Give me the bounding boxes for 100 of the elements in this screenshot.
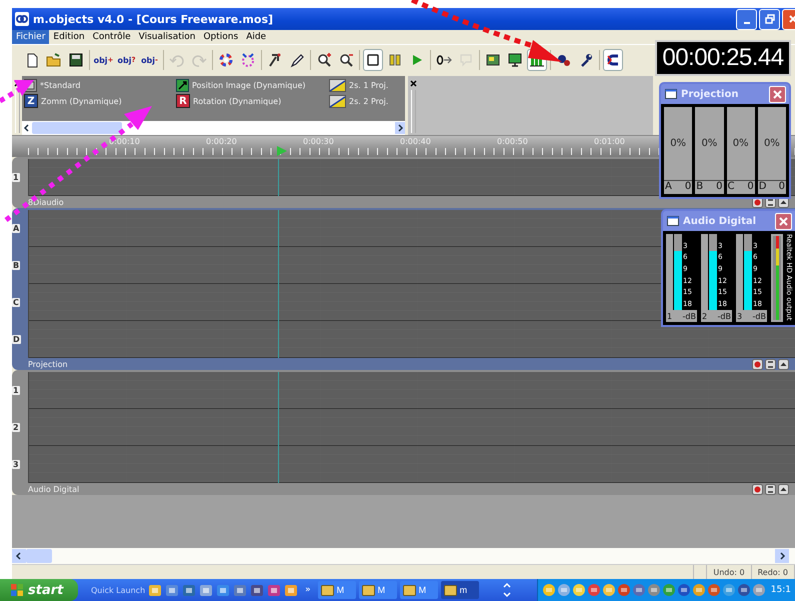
clock: 15:1	[770, 585, 791, 595]
save-icon	[68, 52, 84, 68]
tray-icon[interactable]	[692, 583, 706, 597]
effect-label[interactable]: Rotation (Dynamique)	[193, 96, 282, 106]
track-number: C	[12, 298, 20, 307]
track-number: A	[12, 224, 20, 233]
channel-value: 0	[684, 181, 692, 194]
channel-number: 1	[667, 312, 672, 320]
taskbar-button[interactable]: M	[358, 581, 397, 599]
expand-button[interactable]	[765, 484, 776, 494]
quick-launch-icon[interactable]	[148, 583, 162, 597]
effect-icon: Z	[24, 94, 38, 108]
minimize-button[interactable]	[736, 8, 757, 30]
channel-letter: D	[758, 181, 766, 194]
effect-label[interactable]: 2s. 1 Proj.	[349, 80, 388, 90]
horizontal-scrollbar[interactable]	[22, 121, 405, 135]
percent-value: 0%	[669, 137, 688, 151]
quick-launch-icon[interactable]	[165, 583, 180, 597]
time-label: 0:01:00	[594, 137, 625, 146]
window-icon	[444, 584, 457, 596]
unit-label: -dB	[718, 312, 731, 320]
scroll-right-icon[interactable]	[395, 122, 405, 134]
windows-flag-icon	[10, 583, 24, 597]
close-button[interactable]	[775, 212, 792, 230]
effect-label[interactable]: Position Image (Dynamique)	[192, 80, 306, 90]
scroll-arrows-icon[interactable]	[502, 581, 512, 599]
collapse-button[interactable]	[778, 358, 789, 370]
zoom-out-icon	[338, 52, 354, 68]
channel-letter: B	[696, 181, 704, 194]
minimize-icon	[744, 22, 750, 24]
app-icon	[15, 12, 29, 26]
restore-button[interactable]	[759, 8, 780, 30]
window-icon	[665, 89, 677, 99]
menu-item[interactable]: Edition	[49, 30, 89, 44]
track-group-label: Projection	[28, 360, 69, 368]
move-arrow-icon	[176, 78, 189, 92]
time-label: 0:00:50	[497, 137, 528, 146]
quick-launch-icon[interactable]	[216, 583, 230, 597]
start-button[interactable]: start	[0, 579, 78, 601]
quick-launch-icon[interactable]	[284, 583, 298, 597]
track-number: D	[12, 335, 21, 344]
scrollbar-thumb[interactable]	[32, 122, 122, 134]
pen-icon	[289, 52, 305, 68]
scrollbar-thumb[interactable]	[26, 549, 52, 563]
tray-icon[interactable]	[706, 583, 721, 597]
channel-letter: A	[665, 181, 672, 194]
menu-item[interactable]: Fichier	[12, 30, 50, 44]
pause-icon	[387, 52, 403, 68]
magnet-button[interactable]	[603, 49, 623, 71]
quick-launch-icon[interactable]	[182, 583, 196, 597]
taskbar-button[interactable]: m	[440, 581, 479, 599]
quick-launch-icon[interactable]	[267, 583, 282, 597]
fade-ramp-icon	[329, 78, 346, 92]
effect-label[interactable]: 2s. 2 Proj.	[349, 96, 388, 106]
tray-icon[interactable]	[572, 583, 586, 597]
frame-button[interactable]	[363, 49, 383, 71]
tray-icon[interactable]	[676, 583, 691, 597]
tray-icon[interactable]	[616, 583, 631, 597]
tray-icon[interactable]	[602, 583, 616, 597]
scroll-right-icon[interactable]	[775, 549, 789, 563]
window-icon	[362, 584, 375, 596]
menu-item[interactable]: Visualisation	[134, 30, 200, 44]
time-label: 0:00:20	[206, 137, 237, 146]
close-icon	[779, 216, 788, 226]
close-button[interactable]	[769, 86, 786, 102]
window-icon	[320, 584, 334, 596]
tray-icon[interactable]	[722, 583, 736, 597]
track-number: B	[12, 261, 20, 270]
effect-label[interactable]: *Standard	[40, 80, 80, 90]
tray-icon[interactable]	[646, 583, 661, 597]
menu-item[interactable]: Contrôle	[88, 30, 135, 44]
track-number: 1	[12, 386, 20, 395]
collapse-button[interactable]	[778, 484, 789, 494]
track-number: 1	[12, 173, 20, 182]
quick-launch-icon[interactable]	[250, 583, 264, 597]
tray-icon[interactable]	[556, 583, 571, 597]
quick-launch-icon[interactable]	[199, 583, 214, 597]
menu-item[interactable]: Options	[199, 30, 242, 44]
taskbar-button[interactable]: M	[318, 581, 356, 599]
dotted-circle-icon	[240, 52, 256, 68]
window-title: Projection	[681, 88, 740, 100]
window-title: Audio Digital	[683, 216, 758, 226]
tray-icon[interactable]	[736, 583, 751, 597]
taskbar-button[interactable]: M	[400, 581, 438, 599]
quick-launch-icon[interactable]	[233, 583, 248, 597]
tray-icon[interactable]	[752, 583, 766, 597]
tray-icon[interactable]	[632, 583, 646, 597]
effect-label[interactable]: Zomm (Dynamique)	[41, 96, 122, 106]
expand-button[interactable]	[765, 358, 776, 370]
folder-icon	[46, 52, 62, 68]
menu-item[interactable]: Aide	[242, 30, 270, 44]
track-number: 3	[12, 460, 20, 469]
chevron-button[interactable]: »	[305, 585, 311, 595]
track-group-label: Audio Digital	[28, 484, 80, 494]
scroll-left-icon[interactable]	[12, 549, 26, 563]
tray-icon[interactable]	[542, 583, 556, 597]
close-icon[interactable]	[410, 80, 416, 87]
window-title: m.objects v4.0 - [Cours Freeware.mos]	[33, 12, 274, 26]
tray-icon[interactable]	[586, 583, 601, 597]
horizontal-scrollbar[interactable]	[12, 548, 795, 564]
